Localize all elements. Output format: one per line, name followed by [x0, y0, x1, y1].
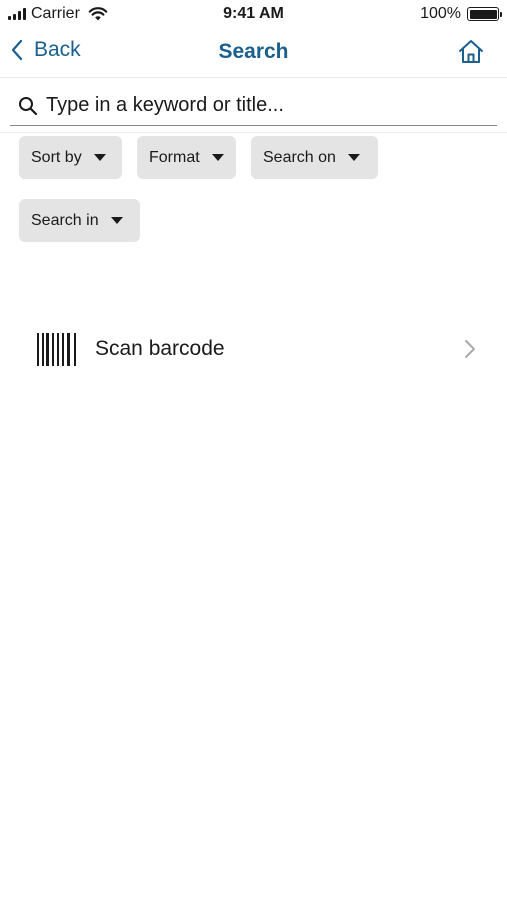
battery-fill [469, 9, 497, 19]
battery-percent: 100% [420, 5, 461, 22]
search-in-label: Search in [31, 211, 99, 229]
sort-by-dropdown[interactable]: Sort by [19, 136, 122, 179]
search-input[interactable] [46, 94, 497, 117]
search-on-dropdown[interactable]: Search on [251, 136, 378, 179]
format-dropdown[interactable]: Format [137, 136, 236, 179]
format-label: Format [149, 148, 200, 166]
caret-down-icon [347, 154, 360, 161]
chevron-right-icon [465, 340, 475, 358]
barcode-icon [37, 333, 76, 366]
status-bar: Carrier 9:41 AM 100% [0, 0, 507, 30]
search-field[interactable] [10, 86, 497, 126]
caret-down-icon [110, 217, 123, 224]
search-in-dropdown[interactable]: Search in [19, 199, 140, 242]
scan-barcode-row[interactable]: Scan barcode [36, 326, 476, 372]
navigation-bar: Back Search [0, 30, 507, 78]
battery-icon [467, 7, 502, 21]
page-title: Search [218, 40, 289, 63]
search-icon [19, 96, 38, 115]
divider [0, 132, 507, 133]
scan-barcode-label: Scan barcode [95, 337, 225, 360]
sort-by-label: Sort by [31, 148, 82, 166]
status-right: 100% [420, 5, 502, 23]
caret-down-icon [93, 154, 106, 161]
search-on-label: Search on [263, 148, 336, 166]
caret-down-icon [211, 154, 224, 161]
home-icon[interactable] [457, 38, 485, 66]
